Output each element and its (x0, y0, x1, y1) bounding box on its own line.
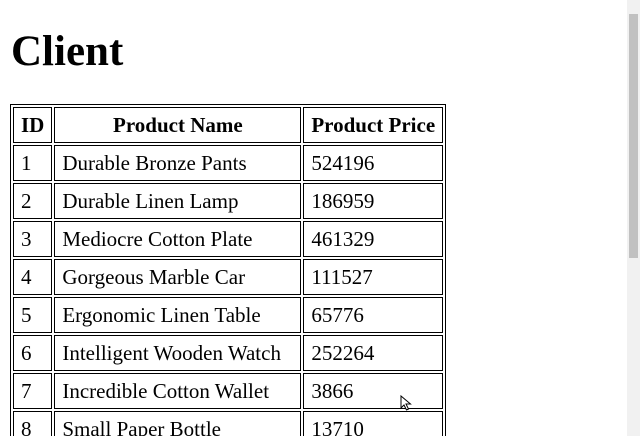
table-row: 4 Gorgeous Marble Car 111527 (13, 259, 444, 295)
table-header-row: ID Product Name Product Price (13, 107, 444, 143)
cell-id: 6 (13, 335, 53, 371)
table-row: 7 Incredible Cotton Wallet 3866 (13, 373, 444, 409)
table-row: 1 Durable Bronze Pants 524196 (13, 145, 444, 181)
cell-product-price: 111527 (303, 259, 444, 295)
cell-product-price: 252264 (303, 335, 444, 371)
page-title: Client (11, 28, 124, 75)
column-header-product-price: Product Price (303, 107, 444, 143)
cell-product-name: Durable Linen Lamp (54, 183, 302, 219)
cell-id: 1 (13, 145, 53, 181)
column-header-product-name: Product Name (54, 107, 302, 143)
cell-product-price: 461329 (303, 221, 444, 257)
product-table: ID Product Name Product Price 1 Durable … (10, 104, 447, 436)
column-header-id: ID (13, 107, 53, 143)
cell-product-name: Incredible Cotton Wallet (54, 373, 302, 409)
vertical-scrollbar[interactable] (627, 0, 640, 436)
mouse-pointer-icon (400, 395, 412, 411)
cell-product-name: Intelligent Wooden Watch (54, 335, 302, 371)
cell-product-price: 186959 (303, 183, 444, 219)
cell-id: 2 (13, 183, 53, 219)
cell-id: 7 (13, 373, 53, 409)
cell-product-name: Ergonomic Linen Table (54, 297, 302, 333)
cell-product-price: 524196 (303, 145, 444, 181)
cell-product-price: 65776 (303, 297, 444, 333)
cell-id: 5 (13, 297, 53, 333)
cell-product-price: 3866 (303, 373, 444, 409)
cell-id: 8 (13, 411, 53, 436)
table-row: 5 Ergonomic Linen Table 65776 (13, 297, 444, 333)
table-row: 6 Intelligent Wooden Watch 252264 (13, 335, 444, 371)
cell-product-price: 13710 (303, 411, 444, 436)
cell-product-name: Mediocre Cotton Plate (54, 221, 302, 257)
cell-product-name: Small Paper Bottle (54, 411, 302, 436)
table-row: 3 Mediocre Cotton Plate 461329 (13, 221, 444, 257)
table-row: 2 Durable Linen Lamp 186959 (13, 183, 444, 219)
cell-id: 4 (13, 259, 53, 295)
cell-product-name: Durable Bronze Pants (54, 145, 302, 181)
cell-product-name: Gorgeous Marble Car (54, 259, 302, 295)
scrollbar-thumb[interactable] (629, 14, 638, 258)
cell-id: 3 (13, 221, 53, 257)
table-row: 8 Small Paper Bottle 13710 (13, 411, 444, 436)
page: Client ID Product Name Product Price 1 D… (0, 0, 640, 436)
